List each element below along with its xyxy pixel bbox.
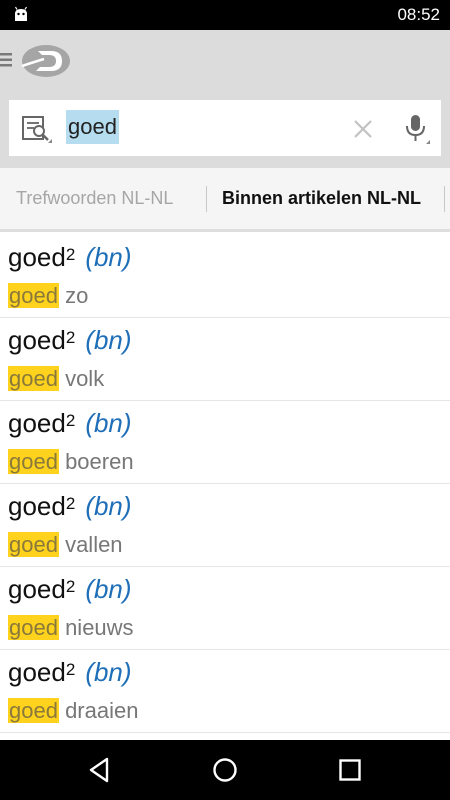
recents-icon[interactable] (336, 756, 364, 784)
navigation-bar (0, 740, 450, 800)
headword: goed (8, 408, 66, 438)
entry-headword-line: goed2 (bn) (8, 407, 132, 439)
search-query[interactable]: goed (66, 110, 119, 144)
tab-divider (206, 186, 207, 212)
back-icon[interactable] (86, 756, 114, 784)
dictionary-search-icon[interactable] (21, 113, 53, 145)
homonym-number: 2 (65, 245, 76, 264)
list-item[interactable]: goed2 (bn) goed nieuws (0, 567, 450, 650)
status-icons (328, 6, 358, 24)
entry-headword-line: goed2 (bn) (8, 324, 132, 356)
mic-icon[interactable] (401, 113, 431, 145)
headword: goed (8, 657, 66, 687)
app-logo-icon[interactable] (18, 42, 72, 80)
match-highlight: goed (8, 698, 59, 723)
entry-phrase: goed zo (8, 279, 88, 313)
phrase-rest: boeren (58, 449, 134, 474)
entry-phrase: goed vallen (8, 528, 123, 562)
tab-trefwoorden[interactable]: Trefwoorden NL-NL (16, 168, 173, 229)
android-icon (14, 6, 28, 21)
entry-phrase: goed draaien (8, 694, 138, 728)
match-highlight: goed (8, 615, 59, 640)
status-time: 08:52 (397, 5, 440, 24)
entry-headword-line: goed2 (bn) (8, 241, 132, 273)
part-of-speech: (bn) (85, 242, 132, 272)
app-screen: 08:52 goed Trefwoorden NL-NL Binnen arti… (0, 0, 450, 800)
tab-bar: Trefwoorden NL-NL Binnen artikelen NL-NL (0, 168, 450, 232)
headword: goed (8, 491, 66, 521)
phrase-rest: nieuws (58, 615, 134, 640)
part-of-speech: (bn) (85, 657, 132, 687)
tab-binnen-artikelen[interactable]: Binnen artikelen NL-NL (222, 168, 421, 229)
entry-phrase: goed volk (8, 362, 104, 396)
list-item[interactable]: goed2 (bn) goed zo (0, 235, 450, 318)
part-of-speech: (bn) (85, 491, 132, 521)
phrase-rest: vallen (58, 532, 123, 557)
part-of-speech: (bn) (85, 574, 132, 604)
search-region: goed (0, 92, 450, 168)
results-list: goed2 (bn) goed zo goed2 (bn) goed volk go… (0, 235, 450, 740)
tab-divider (444, 186, 445, 212)
headword: goed (8, 574, 66, 604)
match-highlight: goed (8, 532, 59, 557)
homonym-number: 2 (65, 328, 76, 347)
homonym-number: 2 (65, 660, 76, 679)
list-item[interactable]: goed2 (bn) goed volk (0, 318, 450, 401)
home-icon[interactable] (211, 756, 239, 784)
homonym-number: 2 (65, 411, 76, 430)
phrase-rest: zo (58, 283, 89, 308)
search-input[interactable]: goed (9, 100, 441, 156)
entry-headword-line: goed2 (bn) (8, 490, 132, 522)
clear-icon[interactable] (352, 118, 374, 140)
entry-phrase: goed boeren (8, 445, 134, 479)
match-highlight: goed (8, 283, 59, 308)
phrase-rest: draaien (58, 698, 139, 723)
part-of-speech: (bn) (85, 408, 132, 438)
headword: goed (8, 325, 66, 355)
phrase-rest: volk (58, 366, 105, 391)
entry-phrase: goed nieuws (8, 611, 134, 645)
homonym-number: 2 (65, 577, 76, 596)
menu-icon[interactable] (0, 52, 14, 68)
part-of-speech: (bn) (85, 325, 132, 355)
list-item[interactable]: goed2 (bn) goed vallen (0, 484, 450, 567)
homonym-number: 2 (65, 494, 76, 513)
status-bar: 08:52 (0, 0, 450, 30)
headword: goed (8, 242, 66, 272)
entry-headword-line: goed2 (bn) (8, 573, 132, 605)
list-item[interactable]: goed2 (bn) goed draaien (0, 650, 450, 733)
entry-headword-line: goed2 (bn) (8, 656, 132, 688)
match-highlight: goed (8, 449, 59, 474)
app-bar (0, 30, 450, 92)
match-highlight: goed (8, 366, 59, 391)
list-item[interactable]: goed2 (bn) goed boeren (0, 401, 450, 484)
